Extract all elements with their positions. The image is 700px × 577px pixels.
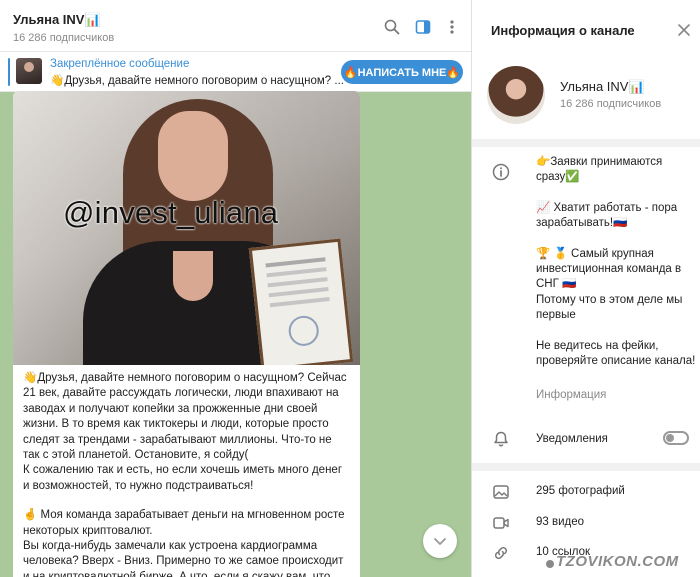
search-button[interactable] [383,18,401,36]
search-icon [384,19,400,35]
post-photo[interactable]: @invest_uliana [13,91,360,365]
info-panel-title: Информация о канале [491,23,635,38]
channel-description: 👉Заявки принимаются сразу✅ 📈 Хватит рабо… [536,155,696,369]
description-line: 👉Заявки принимаются сразу✅ [536,156,663,184]
notifications-label: Уведомления [536,433,608,445]
channel-post[interactable]: @invest_uliana 👋Друзья, давайте немного … [13,91,360,577]
channel-subscriber-count: 16 286 подписчиков [560,98,662,110]
media-row-videos[interactable]: 93 видео [472,508,700,538]
sidebar-panel-icon [415,20,431,34]
channel-avatar[interactable] [487,66,545,124]
media-videos-label: 93 видео [536,516,585,528]
watermark: TZOVIKON.COM [556,553,679,570]
chat-title[interactable]: Ульяна INV📊 [13,12,101,28]
chevron-down-icon [434,538,446,545]
close-icon[interactable] [677,23,691,37]
pinned-title: Закреплённое сообщение [50,58,190,70]
media-photos-label: 295 фотографий [536,485,625,497]
scroll-to-bottom-button[interactable] [423,524,457,558]
notifications-toggle[interactable] [663,431,689,445]
photo-icon [493,485,509,499]
link-icon [494,546,508,560]
info-header: Информация о канале Ульяна INV📊 16 286 п… [472,0,700,139]
toggle-info-panel-button[interactable] [414,18,432,36]
chat-subscriber-count: 16 286 подписчиков [13,32,115,44]
pinned-thumbnail [16,58,42,84]
more-options-button[interactable] [443,18,461,36]
info-icon [492,163,510,181]
post-text: 👋Друзья, давайте немного поговорим о нас… [13,365,360,577]
photo-handle-overlay: @invest_uliana [63,195,279,230]
photo-person-face [158,111,228,201]
media-row-photos[interactable]: 295 фотографий [472,477,700,507]
channel-name: Ульяна INV📊 [560,79,645,94]
description-caption: Информация [536,389,607,401]
description-line: Не ведитесь на фейки, проверяйте описани… [536,339,696,368]
post-paragraph: 👋Друзья, давайте немного поговорим о нас… [23,372,347,492]
video-icon [493,517,509,529]
chat-header[interactable]: Ульяна INV📊 16 286 подписчиков [0,0,471,52]
bell-icon [494,431,508,447]
more-vertical-icon [450,20,454,34]
pinned-accent-bar [8,58,10,86]
description-section: 👉Заявки принимаются сразу✅ 📈 Хватит рабо… [472,147,700,411]
pinned-preview-text: 👋Друзья, давайте немного поговорим о нас… [50,75,344,87]
description-line: 🏆 🥇 Самый крупная инвестиционная команда… [536,247,683,322]
watermark-dot [546,560,554,568]
description-line: 📈 Хватит работать - пора зарабатывать!🇷🇺 [536,201,678,230]
write-me-button[interactable]: 🔥НАПИСАТЬ МНЕ🔥 [341,60,463,84]
chat-pane: Ульяна INV📊 16 286 подписчиков Закреплён… [0,0,471,577]
channel-info-panel: Информация о канале Ульяна INV📊 16 286 п… [471,0,700,577]
photo-certificate [248,238,354,365]
post-paragraph: 🤞 Моя команда зарабатывает деньги на мгн… [23,509,345,577]
